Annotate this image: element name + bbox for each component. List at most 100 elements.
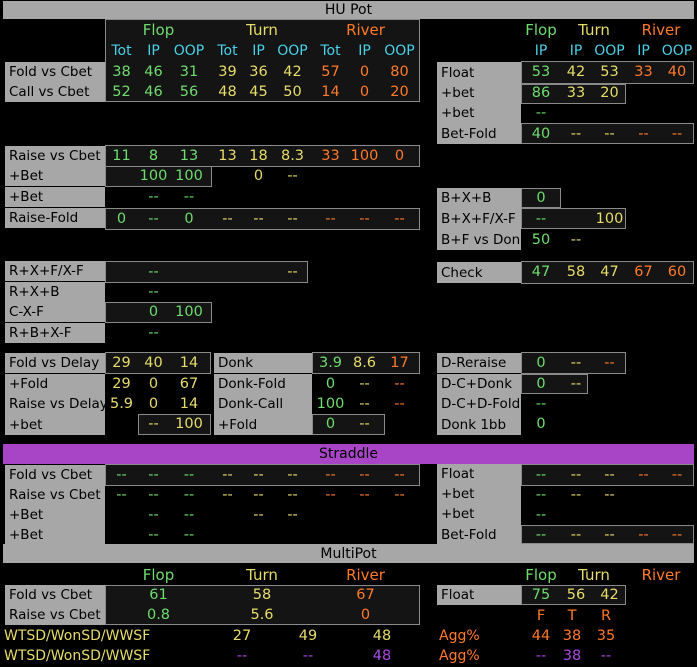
stat-value[interactable]: 0 <box>522 188 560 208</box>
stat-value[interactable]: 38 <box>556 646 588 666</box>
stat-value[interactable]: -- <box>274 166 311 186</box>
stat-value[interactable]: 38 <box>556 626 588 646</box>
stat-value[interactable]: 100 <box>592 209 627 229</box>
stat-value[interactable]: -- <box>592 525 627 545</box>
stat-value[interactable]: -- <box>522 103 560 123</box>
stat-value[interactable]: 8.6 <box>349 353 380 373</box>
stat-value[interactable]: 0 <box>522 374 560 394</box>
stat-value[interactable]: -- <box>380 374 419 394</box>
stat-value[interactable]: 5.6 <box>212 605 312 625</box>
stat-value[interactable]: 46 <box>138 62 169 82</box>
stat-value[interactable]: 11 <box>106 146 137 166</box>
stat-value[interactable]: 57 <box>312 62 349 82</box>
stat-value[interactable]: 44 <box>525 626 557 646</box>
stat-value[interactable]: 0 <box>169 209 209 229</box>
stat-value[interactable]: -- <box>212 209 243 229</box>
stat-value[interactable]: -- <box>380 485 419 505</box>
stat-value[interactable]: 48 <box>360 646 404 666</box>
stat-value[interactable]: 14 <box>312 82 349 102</box>
stat-value[interactable]: 0 <box>138 302 169 322</box>
stat-value[interactable]: -- <box>138 187 169 207</box>
stat-value[interactable]: 20 <box>380 82 419 102</box>
stat-value[interactable]: -- <box>380 465 419 485</box>
stat-value[interactable]: -- <box>169 465 209 485</box>
stat-value[interactable]: 42 <box>592 585 627 605</box>
stat-value[interactable]: 47 <box>522 262 560 282</box>
stat-value[interactable]: 8 <box>138 146 169 166</box>
stat-value[interactable]: 33 <box>628 62 659 82</box>
stat-value[interactable]: -- <box>349 465 380 485</box>
stat-value[interactable]: -- <box>349 485 380 505</box>
stat-value[interactable]: 45 <box>243 82 274 102</box>
stat-value[interactable]: 8.3 <box>274 146 311 166</box>
stat-value[interactable]: -- <box>522 485 560 505</box>
stat-value[interactable]: -- <box>212 465 243 485</box>
stat-value[interactable]: 40 <box>660 62 694 82</box>
stat-value[interactable]: 86 <box>522 83 560 103</box>
stat-value[interactable]: -- <box>592 465 627 485</box>
stat-value[interactable]: -- <box>312 465 349 485</box>
stat-value[interactable]: -- <box>590 646 622 666</box>
stat-value[interactable]: 0 <box>522 414 560 434</box>
stat-value[interactable]: -- <box>312 485 349 505</box>
stat-value[interactable]: 67 <box>169 374 209 394</box>
stat-value[interactable]: 40 <box>522 124 560 144</box>
stat-value[interactable]: -- <box>522 465 560 485</box>
stat-value[interactable]: -- <box>561 465 591 485</box>
stat-value[interactable]: -- <box>561 353 591 373</box>
stat-value[interactable]: 80 <box>380 62 419 82</box>
stat-value[interactable]: -- <box>243 465 274 485</box>
stat-value[interactable]: 48 <box>212 82 243 102</box>
stat-value[interactable]: -- <box>274 485 311 505</box>
stat-value[interactable]: -- <box>561 230 591 250</box>
stat-value[interactable]: 48 <box>360 626 404 646</box>
stat-value[interactable]: -- <box>138 465 169 485</box>
stat-value[interactable]: 53 <box>592 62 627 82</box>
stat-value[interactable]: 42 <box>561 62 591 82</box>
stat-value[interactable]: 49 <box>290 626 326 646</box>
stat-value[interactable]: 31 <box>169 62 209 82</box>
stat-value[interactable]: -- <box>243 485 274 505</box>
stat-value[interactable]: 36 <box>243 62 274 82</box>
stat-value[interactable]: 0 <box>312 605 419 625</box>
stat-value[interactable]: 33 <box>312 146 349 166</box>
stat-value[interactable]: -- <box>138 209 169 229</box>
stat-value[interactable]: 47 <box>592 262 627 282</box>
stat-value[interactable]: -- <box>349 374 380 394</box>
stat-value[interactable]: -- <box>349 209 380 229</box>
stat-value[interactable]: 40 <box>138 353 169 373</box>
stat-value[interactable]: -- <box>349 394 380 414</box>
stat-value[interactable]: -- <box>592 485 627 505</box>
stat-value[interactable]: -- <box>243 209 274 229</box>
stat-value[interactable]: 39 <box>212 62 243 82</box>
stat-value[interactable]: -- <box>561 374 591 394</box>
stat-value[interactable]: -- <box>274 465 311 485</box>
stat-value[interactable]: -- <box>628 525 659 545</box>
stat-value[interactable]: 29 <box>106 374 137 394</box>
stat-value[interactable]: -- <box>561 124 591 144</box>
stat-value[interactable]: 0 <box>243 166 274 186</box>
stat-value[interactable]: -- <box>660 465 694 485</box>
stat-value[interactable]: 58 <box>561 262 591 282</box>
stat-value[interactable]: 14 <box>169 353 209 373</box>
stat-value[interactable]: 50 <box>522 230 560 250</box>
stat-value[interactable]: -- <box>138 485 169 505</box>
stat-value[interactable]: 53 <box>522 62 560 82</box>
stat-value[interactable]: 46 <box>138 82 169 102</box>
stat-value[interactable]: -- <box>138 282 169 302</box>
stat-value[interactable]: -- <box>138 323 169 343</box>
stat-value[interactable]: -- <box>169 187 209 207</box>
stat-value[interactable]: 14 <box>169 394 209 414</box>
stat-value[interactable]: 61 <box>106 585 211 605</box>
stat-value[interactable]: -- <box>243 505 274 525</box>
stat-value[interactable]: -- <box>380 394 419 414</box>
stat-value[interactable]: 67 <box>628 262 659 282</box>
stat-value[interactable]: 38 <box>106 62 137 82</box>
stat-value[interactable]: 50 <box>274 82 311 102</box>
stat-value[interactable]: 0 <box>349 62 380 82</box>
stat-value[interactable]: -- <box>222 646 262 666</box>
stat-value[interactable]: -- <box>522 505 560 525</box>
stat-value[interactable]: -- <box>561 525 591 545</box>
stat-value[interactable]: 0 <box>106 209 137 229</box>
stat-value[interactable]: -- <box>274 505 311 525</box>
